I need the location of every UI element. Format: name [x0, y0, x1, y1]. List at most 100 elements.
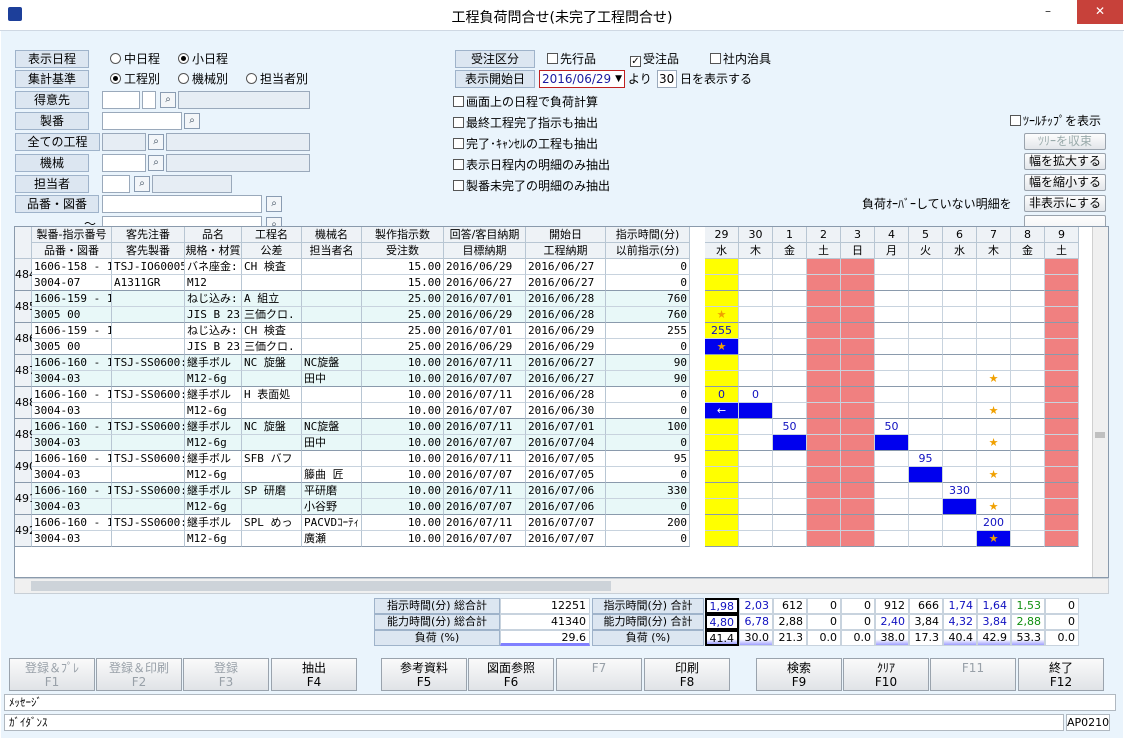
aggregate-basis-option-1[interactable]: 機械別	[178, 71, 228, 87]
option-checkbox-3[interactable]: 表示日程内の明細のみ抽出	[453, 157, 610, 173]
calendar-cell	[943, 291, 977, 307]
cell-4: 小谷野	[302, 499, 362, 515]
aggregate-basis-option-0[interactable]: 工程別	[110, 71, 160, 87]
option-checkbox-4[interactable]: 製番未完了の明細のみ抽出	[453, 178, 610, 194]
row-number-header	[15, 227, 32, 259]
calendar-cell	[1011, 483, 1045, 499]
serial-input[interactable]	[102, 112, 182, 130]
function-key-name: F12	[1049, 675, 1073, 689]
checkbox-box	[1010, 115, 1021, 126]
customer-branch-input[interactable]	[142, 91, 156, 109]
cell-8: 100	[606, 419, 690, 435]
machine-code-input[interactable]	[102, 154, 146, 172]
title-bar: 工程負荷問合せ(未完了工程問合せ) – □ ✕	[0, 0, 1124, 31]
function-key-f8-button[interactable]: 印刷 F8	[644, 658, 730, 691]
radio-circle	[246, 73, 257, 84]
vertical-scrollbar[interactable]	[1092, 227, 1108, 577]
total-right-label-1: 能力時間(分) 合計	[592, 614, 704, 630]
function-key-f5-button[interactable]: 参考資料 F5	[381, 658, 467, 691]
process-code-input[interactable]	[102, 133, 146, 151]
days-input[interactable]: 30	[657, 70, 677, 88]
order-type-checkbox-2[interactable]: 社内治具	[710, 51, 771, 67]
serial-search-icon[interactable]: ⌕	[184, 113, 200, 129]
function-key-f7-button[interactable]: F7	[556, 658, 642, 691]
calendar-cell	[773, 531, 807, 547]
vscroll-thumb[interactable]	[1095, 432, 1105, 438]
function-key-label: 参考資料	[399, 661, 448, 675]
function-key-f10-button[interactable]: ｸﾘｱ F10	[843, 658, 929, 691]
cell-0: 3004-03	[32, 435, 112, 451]
calendar-cell	[1045, 419, 1079, 435]
calendar-cell	[739, 531, 773, 547]
order-type-checkbox-1[interactable]: ✓ 受注品	[630, 51, 679, 67]
part-from-search-icon[interactable]: ⌕	[266, 196, 282, 212]
widen-button[interactable]: 幅を拡大する	[1024, 153, 1106, 170]
checkbox-label: 受注品	[643, 52, 680, 66]
display-schedule-option-0[interactable]: 中日程	[110, 51, 160, 67]
function-key-label: 抽出	[301, 661, 326, 675]
total-left-value-1: 41340	[500, 614, 590, 630]
part-drawing-label: 品番・図番	[15, 195, 99, 213]
start-date-dropdown[interactable]: 2016/06/29 ▼	[539, 70, 625, 88]
order-type-label: 受注区分	[455, 50, 535, 68]
function-key-label: 登録＆印刷	[108, 661, 169, 675]
tooltip-checkbox[interactable]: ﾂｰﾙﾁｯﾌﾟを表示	[1010, 113, 1101, 129]
scroll-thumb[interactable]	[31, 581, 611, 591]
minimize-button[interactable]: –	[1030, 0, 1066, 24]
narrow-button[interactable]: 幅を縮小する	[1024, 174, 1106, 191]
order-type-checkbox-0[interactable]: 先行品	[547, 51, 596, 67]
calendar-cell	[943, 403, 977, 419]
process-search-icon[interactable]: ⌕	[148, 134, 164, 150]
cell-6: 2016/07/07	[444, 467, 526, 483]
function-key-f2-button[interactable]: 登録＆印刷 F2	[96, 658, 182, 691]
calendar-cell	[773, 403, 807, 419]
cell-6: 2016/07/07	[444, 499, 526, 515]
display-schedule-option-1[interactable]: 小日程	[178, 51, 228, 67]
cell-3: A 組立	[242, 291, 302, 307]
cell-1	[112, 323, 185, 339]
hide-button[interactable]: 非表示にする	[1024, 195, 1106, 212]
part-from-input[interactable]	[102, 195, 262, 213]
function-key-f6-button[interactable]: 図面参照 F6	[468, 658, 554, 691]
calendar-cell	[909, 259, 943, 275]
cell-0: 1606-158 - 1	[32, 259, 112, 275]
calendar-cell	[705, 435, 739, 451]
calendar-cell	[841, 419, 875, 435]
calendar-cell	[943, 515, 977, 531]
customer-code-input[interactable]	[102, 91, 140, 109]
day-date-header-9: 8	[1011, 227, 1045, 243]
cell-7: 2016/07/06	[526, 483, 606, 499]
close-button[interactable]: ✕	[1077, 0, 1123, 24]
cell-7: 2016/06/29	[526, 339, 606, 355]
checkbox-box: ✓	[630, 56, 641, 67]
machine-search-icon[interactable]: ⌕	[148, 155, 164, 171]
cell-0: 1606-160 - 1	[32, 483, 112, 499]
function-key-label: 終了	[1048, 661, 1073, 675]
total-day-6-row-1: 3,84	[909, 614, 943, 630]
person-code-input[interactable]	[102, 175, 130, 193]
cell-4: 籐曲 匠	[302, 467, 362, 483]
option-checkbox-0[interactable]: 画面上の日程で負荷計算	[453, 94, 598, 110]
radio-circle	[178, 73, 189, 84]
cell-5: 15.00	[362, 259, 444, 275]
function-key-f9-button[interactable]: 検索 F9	[756, 658, 842, 691]
option-checkbox-1[interactable]: 最終工程完了指示も抽出	[453, 115, 598, 131]
calendar-cell	[1011, 531, 1045, 547]
function-key-f4-button[interactable]: 抽出 F4	[271, 658, 357, 691]
horizontal-scrollbar[interactable]	[14, 578, 1109, 594]
deadline-star-icon: ★	[977, 499, 1011, 515]
calendar-cell	[773, 275, 807, 291]
aggregate-basis-option-2[interactable]: 担当者別	[246, 71, 308, 87]
function-key-f11-button[interactable]: F11	[930, 658, 1016, 691]
cell-0: 1606-160 - 1	[32, 387, 112, 403]
function-key-f12-button[interactable]: 終了 F12	[1018, 658, 1104, 691]
process-grid[interactable]: 製番-指示番号 品番・図番 客先注番 客先製番 品名 規格・材質 工程名 公差 機械名 担当者名製…	[14, 226, 1109, 578]
function-key-f3-button[interactable]: 登録 F3	[183, 658, 269, 691]
function-key-f1-button[interactable]: 登録＆ﾌﾟﾚ F1	[9, 658, 95, 691]
person-search-icon[interactable]: ⌕	[134, 176, 150, 192]
calendar-cell	[739, 515, 773, 531]
option-checkbox-2[interactable]: 完了･ｷｬﾝｾﾙの工程も抽出	[453, 136, 598, 152]
cell-6: 2016/07/01	[444, 323, 526, 339]
calendar-cell	[875, 387, 909, 403]
customer-search-icon[interactable]: ⌕	[160, 92, 176, 108]
